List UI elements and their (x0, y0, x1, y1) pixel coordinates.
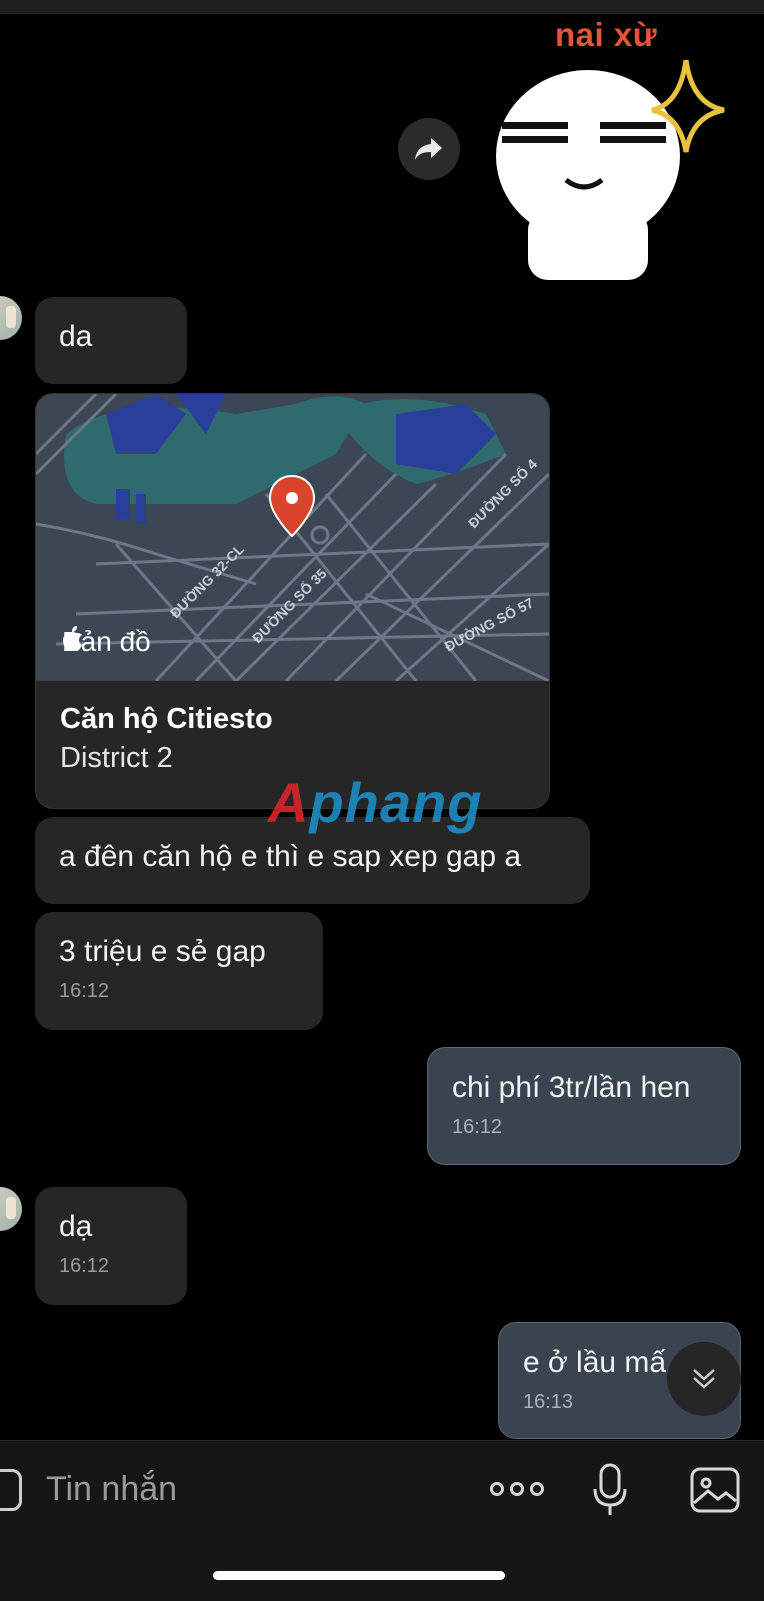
location-map-card[interactable]: ĐƯỜNG 32-CL ĐƯỜNG SỐ 35 ĐƯỜNG SỐ 4 ĐƯỜNG… (35, 393, 550, 809)
message-text: 3 triệu e sẻ gap (59, 935, 266, 968)
image-icon[interactable] (690, 1467, 740, 1513)
apple-logo-icon (63, 626, 82, 651)
maps-brand: Bản đồ (62, 626, 151, 658)
home-indicator (213, 1571, 505, 1580)
message-text: dạ (59, 1210, 93, 1243)
message-text: chi phí 3tr/lần hen (452, 1071, 691, 1104)
share-button[interactable] (398, 118, 460, 180)
microphone-icon[interactable] (592, 1463, 628, 1519)
status-bar-edge (0, 0, 764, 14)
more-icon[interactable] (490, 1474, 546, 1504)
double-chevron-down-icon (693, 1369, 715, 1389)
message-bubble-incoming[interactable]: da (35, 297, 187, 384)
share-arrow-icon (415, 138, 442, 160)
message-input[interactable] (44, 1463, 428, 1515)
message-bubble-incoming[interactable]: 3 triệu e sẻ gap 16:12 (35, 912, 323, 1030)
message-bubble-outgoing[interactable]: chi phí 3tr/lần hen 16:12 (427, 1047, 741, 1165)
message-time: 16:12 (59, 980, 110, 1002)
watermark-rest: phang (309, 771, 483, 834)
message-bubble-incoming[interactable]: dạ 16:12 (35, 1187, 187, 1305)
place-name: Căn hộ Citiesto (60, 703, 273, 735)
message-text: da (59, 320, 93, 353)
more-dot (490, 1482, 504, 1496)
emoji-icon[interactable] (0, 1469, 22, 1511)
message-time: 16:12 (452, 1116, 503, 1138)
watermark-first: A (268, 771, 310, 834)
more-dot (530, 1482, 544, 1496)
message-time: 16:12 (59, 1255, 110, 1277)
contact-avatar[interactable] (0, 296, 22, 340)
sticker-caption: nai xừ (555, 16, 658, 53)
watermark-logo: Aphang (268, 770, 482, 835)
map-preview[interactable]: ĐƯỜNG 32-CL ĐƯỜNG SỐ 35 ĐƯỜNG SỐ 4 ĐƯỜNG… (36, 394, 549, 681)
message-text: a đên căn hộ e thì e sap xep gap a (59, 840, 522, 873)
smug-face-sticker[interactable] (488, 60, 738, 280)
more-dot (510, 1482, 524, 1496)
scroll-to-bottom-button[interactable] (667, 1342, 741, 1416)
contact-avatar[interactable] (0, 1187, 22, 1231)
